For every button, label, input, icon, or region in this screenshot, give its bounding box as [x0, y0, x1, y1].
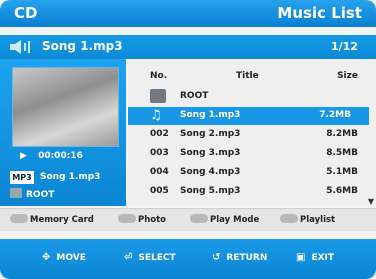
- list-item-size: 8.5MB: [326, 148, 358, 158]
- now-playing-title: Song 1.mp3: [42, 39, 123, 53]
- screen-title: Music List: [277, 4, 362, 22]
- exit-icon: ▣: [296, 252, 306, 263]
- play-mode-option[interactable]: Play Mode: [190, 214, 259, 225]
- scroll-down-icon[interactable]: ▼: [368, 197, 374, 206]
- return-icon: ↺: [212, 252, 221, 263]
- list-item-no: 003: [150, 148, 169, 158]
- list-item[interactable]: 004 Song 4.mp3 5.1MB: [128, 164, 376, 182]
- title-bar: CD Music List: [0, 0, 376, 27]
- format-badge: MP3: [10, 171, 34, 184]
- current-folder-label: ROOT: [26, 190, 55, 200]
- option-bar: Memory Card Photo Play Mode Playlist: [0, 208, 376, 231]
- list-item-no: 004: [150, 167, 169, 177]
- list-item-title: Song 5.mp3: [180, 186, 241, 196]
- column-title: Title: [236, 71, 259, 81]
- enter-icon: ⏎: [124, 252, 133, 263]
- list-item[interactable]: 005 Song 5.mp3 5.6MB: [128, 183, 376, 201]
- list-item-no: 002: [150, 129, 169, 139]
- current-folder: ROOT: [10, 188, 54, 200]
- color-key-icon: [118, 214, 136, 223]
- list-item-title: Song 3.mp3: [180, 148, 241, 158]
- speaker-icon: [10, 40, 30, 54]
- current-file-name: Song 1.mp3: [40, 172, 101, 182]
- folder-row-root[interactable]: ROOT: [128, 88, 376, 106]
- exit-hint: ▣ EXIT: [296, 252, 335, 263]
- list-item-title: Song 1.mp3: [180, 110, 241, 120]
- list-item[interactable]: 003 Song 3.mp3 8.5MB: [128, 145, 376, 163]
- info-panel: ▶ 00:00:16 MP3 Song 1.mp3 ROOT: [0, 59, 126, 206]
- elapsed-value: 00:00:16: [38, 151, 83, 161]
- folder-name: ROOT: [180, 91, 209, 101]
- select-hint: ⏎ SELECT: [124, 252, 176, 263]
- list-item-size: 5.1MB: [326, 167, 358, 177]
- play-icon: ▶: [20, 151, 27, 161]
- memory-card-option[interactable]: Memory Card: [10, 214, 94, 225]
- current-file-row: MP3 Song 1.mp3: [0, 168, 126, 188]
- music-list-screen: CD Music List Song 1.mp3 1/12 ▶ 00:00:16…: [0, 0, 376, 279]
- album-art: [12, 67, 119, 147]
- arrows-icon: ✥: [42, 252, 51, 263]
- color-key-icon: [190, 214, 208, 223]
- move-hint: ✥ MOVE: [42, 252, 86, 263]
- list-item-title: Song 2.mp3: [180, 129, 241, 139]
- photo-option[interactable]: Photo: [118, 214, 166, 225]
- now-playing-bar: Song 1.mp3 1/12: [0, 35, 376, 59]
- source-label: CD: [14, 4, 38, 22]
- column-no: No.: [150, 71, 168, 81]
- return-hint: ↺ RETURN: [212, 252, 268, 263]
- navigation-hints: ✥ MOVE ⏎ SELECT ↺ RETURN ▣ EXIT: [0, 239, 376, 279]
- list-item-no: 005: [150, 186, 169, 196]
- color-key-icon: [280, 214, 298, 223]
- folder-icon: [150, 89, 166, 103]
- elapsed-time: ▶ 00:00:16: [20, 151, 83, 161]
- list-item[interactable]: 002 Song 2.mp3 8.2MB: [128, 126, 376, 144]
- track-counter: 1/12: [331, 40, 358, 53]
- music-note-icon: ♫: [150, 108, 162, 123]
- list-item[interactable]: ♫ Song 1.mp3 7.2MB: [128, 107, 369, 125]
- color-key-icon: [10, 214, 28, 223]
- list-item-size: 7.2MB: [319, 110, 351, 120]
- folder-icon: [10, 188, 22, 198]
- file-list: No. Title Size ROOT ♫ Song 1.mp3 7.2MB 0…: [128, 59, 376, 206]
- list-item-title: Song 4.mp3: [180, 167, 241, 177]
- list-item-size: 8.2MB: [326, 129, 358, 139]
- column-size: Size: [337, 71, 358, 81]
- playlist-option[interactable]: Playlist: [280, 214, 335, 225]
- list-item-size: 5.6MB: [326, 186, 358, 196]
